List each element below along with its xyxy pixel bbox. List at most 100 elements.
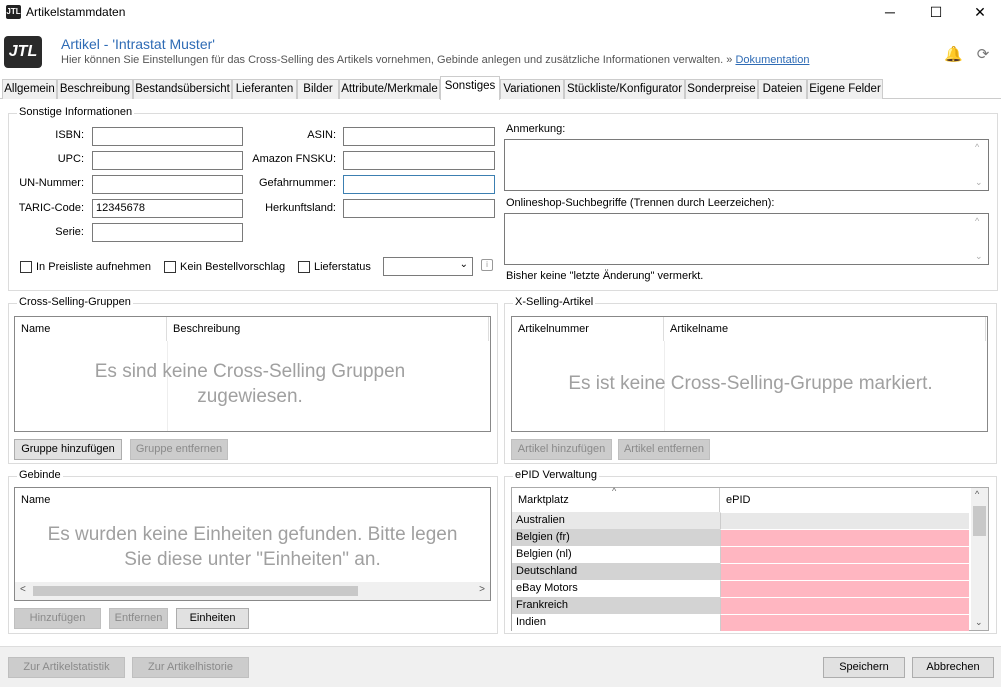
- fnsku-input[interactable]: [343, 151, 495, 170]
- column-header-name[interactable]: Name: [15, 317, 167, 341]
- scroll-down-icon[interactable]: ⌄: [975, 617, 983, 628]
- save-button[interactable]: Speichern: [823, 657, 905, 678]
- bestellvorschlag-checkbox[interactable]: [164, 261, 176, 273]
- epid-cell[interactable]: [720, 546, 969, 563]
- scrollbar[interactable]: ^ ⌄: [972, 214, 988, 264]
- scrollbar-thumb[interactable]: [973, 506, 986, 536]
- epid-cell[interactable]: [720, 529, 969, 546]
- epid-cell[interactable]: [720, 614, 969, 631]
- einheiten-button[interactable]: Einheiten: [176, 608, 249, 629]
- lieferstatus-select[interactable]: ⌄: [383, 257, 473, 276]
- preisliste-checkbox[interactable]: [20, 261, 32, 273]
- tab-variationen[interactable]: Variationen: [500, 79, 564, 99]
- artikel-entfernen-button[interactable]: Artikel entfernen: [618, 439, 710, 460]
- lieferstatus-label: Lieferstatus: [314, 261, 371, 273]
- marktplatz-cell: Deutschland: [512, 563, 720, 580]
- artikel-hinzufuegen-button[interactable]: Artikel hinzufügen: [511, 439, 612, 460]
- gruppe-entfernen-button[interactable]: Gruppe entfernen: [130, 439, 228, 460]
- tab-dateien[interactable]: Dateien: [758, 79, 807, 99]
- un-number-input[interactable]: [92, 175, 243, 194]
- hinzufuegen-button[interactable]: Hinzufügen: [14, 608, 101, 629]
- entfernen-button[interactable]: Entfernen: [109, 608, 168, 629]
- table-row[interactable]: Belgien (fr): [512, 529, 969, 546]
- marktplatz-cell: Indien: [512, 614, 720, 631]
- group-title: Gebinde: [17, 469, 63, 481]
- tab-sonstiges[interactable]: Sonstiges: [440, 76, 500, 100]
- scroll-left-icon[interactable]: <: [20, 584, 26, 595]
- tab-bestandsuebersicht[interactable]: Bestandsübersicht: [133, 79, 232, 99]
- tab-stueckliste[interactable]: Stückliste/Konfigurator: [564, 79, 685, 99]
- tab-attribute[interactable]: Attribute/Merkmale: [339, 79, 440, 99]
- artikelstatistik-button[interactable]: Zur Artikelstatistik: [8, 657, 125, 678]
- epid-cell[interactable]: [720, 580, 969, 597]
- group-title: ePID Verwaltung: [513, 469, 599, 481]
- column-header-beschreibung[interactable]: Beschreibung: [167, 317, 489, 341]
- un-number-label: UN-Nummer:: [19, 177, 84, 189]
- herkunftsland-input[interactable]: [343, 199, 495, 218]
- tab-eigene-felder[interactable]: Eigene Felder: [807, 79, 883, 99]
- title-bar: JTL Artikelstammdaten ─ ☐ ✕: [0, 0, 1001, 24]
- asin-label: ASIN:: [307, 129, 336, 141]
- tab-sonderpreise[interactable]: Sonderpreise: [685, 79, 758, 99]
- table-row[interactable]: Belgien (nl): [512, 546, 969, 563]
- maximize-icon[interactable]: ☐: [913, 0, 959, 24]
- table-row[interactable]: Indien: [512, 614, 969, 631]
- gefahrnummer-label: Gefahrnummer:: [258, 177, 336, 189]
- bestellvorschlag-label: Kein Bestellvorschlag: [180, 261, 286, 273]
- gebinde-grid[interactable]: Name Es wurden keine Einheiten gefunden.…: [14, 487, 491, 601]
- serie-input[interactable]: [92, 223, 243, 242]
- x-selling-grid[interactable]: Artikelnummer Artikelname Es ist keine C…: [511, 316, 988, 432]
- marktplatz-cell: eBay Motors: [512, 580, 720, 597]
- lieferstatus-checkbox[interactable]: [298, 261, 310, 273]
- chevron-down-icon: ⌄: [459, 259, 468, 270]
- cancel-button[interactable]: Abbrechen: [912, 657, 994, 678]
- tab-beschreibung[interactable]: Beschreibung: [57, 79, 133, 99]
- taric-input[interactable]: 12345678: [92, 199, 243, 218]
- column-header-epid[interactable]: ePID: [720, 488, 970, 512]
- scrollbar[interactable]: ^ ⌄: [972, 140, 988, 190]
- upc-input[interactable]: [92, 151, 243, 170]
- bell-icon[interactable]: 🔔: [944, 46, 963, 64]
- close-icon[interactable]: ✕: [957, 0, 1001, 24]
- herkunftsland-label: Herkunftsland:: [265, 202, 336, 214]
- table-row[interactable]: eBay Motors: [512, 580, 969, 597]
- scrollbar-thumb[interactable]: [33, 586, 358, 596]
- gefahrnummer-input[interactable]: [343, 175, 495, 194]
- tab-lieferanten[interactable]: Lieferanten: [232, 79, 297, 99]
- tab-allgemein[interactable]: Allgemein: [2, 79, 57, 99]
- cross-selling-grid[interactable]: Name Beschreibung Es sind keine Cross-Se…: [14, 316, 491, 432]
- epid-grid[interactable]: Marktplatz ^ ePID Australien Belgien (fr…: [511, 486, 989, 631]
- artikelhistorie-button[interactable]: Zur Artikelhistorie: [132, 657, 249, 678]
- horizontal-scrollbar[interactable]: < >: [15, 582, 490, 600]
- suchbegriffe-label: Onlineshop-Suchbegriffe (Trennen durch L…: [506, 197, 775, 209]
- epid-cell[interactable]: [720, 597, 969, 614]
- asin-input[interactable]: [343, 127, 495, 146]
- tab-bar: Allgemein Beschreibung Bestandsübersicht…: [0, 76, 1001, 100]
- gruppe-hinzufuegen-button[interactable]: Gruppe hinzufügen: [14, 439, 122, 460]
- documentation-link[interactable]: Dokumentation: [735, 54, 809, 66]
- scroll-right-icon[interactable]: >: [479, 584, 485, 595]
- tab-bilder[interactable]: Bilder: [297, 79, 339, 99]
- minimize-icon[interactable]: ─: [867, 0, 913, 24]
- empty-message: Es sind keine Cross-Selling Gruppen zuge…: [94, 361, 406, 407]
- empty-message: Es ist keine Cross-Selling-Gruppe markie…: [568, 373, 933, 394]
- epid-cell[interactable]: [720, 563, 969, 580]
- info-icon[interactable]: i: [481, 259, 493, 271]
- column-header-artikelnummer[interactable]: Artikelnummer: [512, 317, 664, 341]
- vertical-scrollbar[interactable]: ^ ⌄: [971, 488, 988, 630]
- refresh-icon[interactable]: ⟳: [974, 46, 992, 64]
- epid-cell[interactable]: [720, 512, 969, 529]
- anmerkung-textarea[interactable]: ^ ⌄: [504, 139, 989, 191]
- suchbegriffe-textarea[interactable]: ^ ⌄: [504, 213, 989, 265]
- column-header-artikelname[interactable]: Artikelname: [664, 317, 986, 341]
- serie-label: Serie:: [55, 226, 84, 238]
- table-row[interactable]: Deutschland: [512, 563, 969, 580]
- marktplatz-cell: Frankreich: [512, 597, 720, 614]
- column-header-name[interactable]: Name: [15, 488, 215, 512]
- table-row[interactable]: Frankreich: [512, 597, 969, 614]
- anmerkung-label: Anmerkung:: [506, 123, 566, 135]
- scroll-up-icon[interactable]: ^: [975, 489, 979, 499]
- isbn-input[interactable]: [92, 127, 243, 146]
- table-row[interactable]: Australien: [512, 512, 969, 529]
- isbn-label: ISBN:: [55, 129, 84, 141]
